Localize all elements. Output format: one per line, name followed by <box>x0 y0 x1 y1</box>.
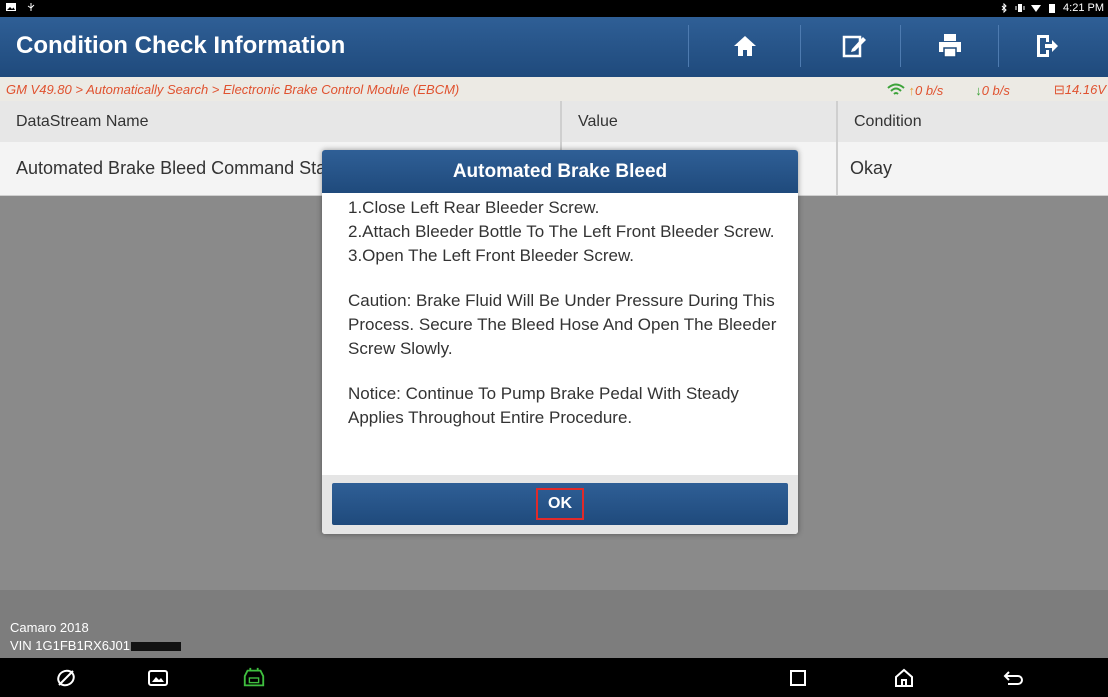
datastream-condition: Okay <box>850 158 893 178</box>
status-bar: 4:21 PM <box>0 0 1108 17</box>
navigation-bar <box>0 658 1108 697</box>
vibrate-icon <box>1015 4 1025 12</box>
download-rate: ↓0 b/s <box>975 83 1010 98</box>
browser-button[interactable] <box>54 666 78 690</box>
download-rate-value: 0 b/s <box>981 82 1010 98</box>
wifi-icon <box>1031 5 1042 12</box>
home-button[interactable] <box>703 17 787 75</box>
battery-icon <box>1049 4 1056 13</box>
home-nav-icon <box>895 668 913 687</box>
usb-debug-icon <box>27 3 35 11</box>
dialog-steps: 1.Close Left Rear Bleeder Screw. 2.Attac… <box>348 196 788 268</box>
toolbar-divider <box>900 25 901 67</box>
gallery-button[interactable] <box>146 666 170 690</box>
dialog-step-1: 1.Close Left Rear Bleeder Screw. <box>348 198 600 217</box>
status-time: 4:21 PM <box>1063 2 1104 14</box>
vehicle-vin: VIN 1G1FB1RX6J01 <box>10 638 181 653</box>
battery-voltage-icon: ⊟ <box>1053 82 1065 97</box>
vehicle-model: Camaro 2018 <box>10 620 89 635</box>
image-notification-icon <box>6 3 16 11</box>
dialog-notice: Notice: Continue To Pump Brake Pedal Wit… <box>348 384 739 427</box>
column-header-value: Value <box>578 113 618 130</box>
gallery-icon <box>148 670 168 686</box>
connection-stats: ↑0 b/s ↓0 b/s ⊟14.16V <box>886 82 1106 98</box>
column-header-condition: Condition <box>854 113 922 130</box>
dialog-title: Automated Brake Bleed <box>322 150 798 193</box>
dialog-caution: Caution: Brake Fluid Will Be Under Press… <box>348 291 777 358</box>
vin-text: VIN 1G1FB1RX6J01 <box>10 638 130 653</box>
ok-button[interactable]: OK <box>332 483 788 525</box>
edit-icon <box>842 35 866 58</box>
dialog-step-2: 2.Attach Bleeder Bottle To The Left Fron… <box>348 222 775 241</box>
toolbar-divider <box>998 25 999 67</box>
print-button[interactable] <box>908 17 992 75</box>
back-button[interactable] <box>1002 666 1026 690</box>
toolbar-divider <box>800 25 801 67</box>
home-nav-button[interactable] <box>892 666 916 690</box>
dialog-footer: OK <box>322 475 798 534</box>
upload-rate: ↑0 b/s <box>909 83 944 98</box>
back-icon <box>1003 671 1023 685</box>
ok-button-label: OK <box>536 488 584 520</box>
exit-icon <box>1037 35 1058 57</box>
vci-icon <box>243 667 265 687</box>
print-icon <box>939 34 961 58</box>
upload-rate-value: 0 b/s <box>915 82 944 98</box>
automated-brake-bleed-dialog: Automated Brake Bleed 1.Close Left Rear … <box>322 150 798 534</box>
browser-icon <box>57 669 75 687</box>
bluetooth-icon <box>1001 3 1007 13</box>
exit-button[interactable] <box>1004 17 1088 75</box>
edit-button[interactable] <box>812 17 896 75</box>
page-title: Condition Check Information <box>16 32 346 59</box>
wifi-signal-icon <box>886 83 905 95</box>
column-divider <box>560 101 562 142</box>
dialog-step-3: 3.Open The Left Front Bleeder Screw. <box>348 246 635 265</box>
voltage: ⊟14.16V <box>1054 82 1106 98</box>
dialog-message: 1.Close Left Rear Bleeder Screw. 2.Attac… <box>348 196 788 451</box>
toolbar-divider <box>688 25 689 67</box>
vin-redaction <box>130 642 181 652</box>
table-header: DataStream Name Value Condition <box>0 101 1108 142</box>
vci-button[interactable] <box>242 666 266 690</box>
home-icon <box>734 36 756 56</box>
breadcrumb: GM V49.80 > Automatically Search > Elect… <box>6 82 460 97</box>
vehicle-info: Camaro 2018 VIN 1G1FB1RX6J01 <box>0 590 1108 658</box>
breadcrumb-bar: GM V49.80 > Automatically Search > Elect… <box>0 77 1108 101</box>
column-divider <box>836 101 838 142</box>
column-divider <box>836 142 838 195</box>
voltage-value: 14.16V <box>1064 82 1106 97</box>
recents-icon <box>790 670 806 686</box>
column-header-name: DataStream Name <box>16 113 149 130</box>
datastream-name: Automated Brake Bleed Command Status <box>16 158 351 178</box>
title-bar: Condition Check Information <box>0 17 1108 77</box>
recents-button[interactable] <box>786 666 810 690</box>
